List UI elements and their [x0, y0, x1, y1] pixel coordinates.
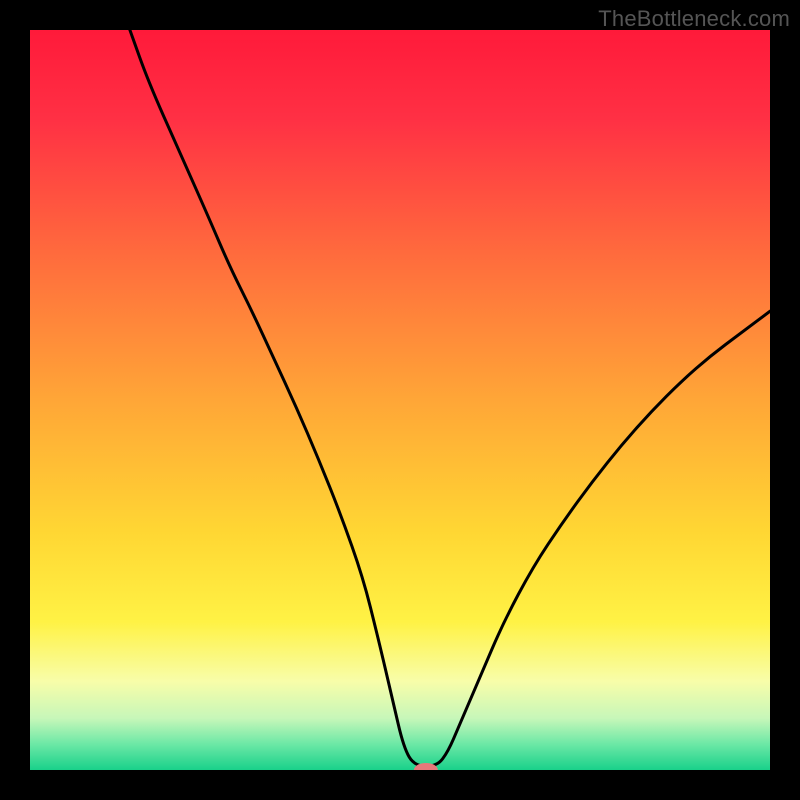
watermark-text: TheBottleneck.com: [598, 6, 790, 32]
gradient-background: [30, 30, 770, 770]
chart-frame: TheBottleneck.com: [0, 0, 800, 800]
chart-svg: [30, 30, 770, 770]
plot-area: [30, 30, 770, 770]
